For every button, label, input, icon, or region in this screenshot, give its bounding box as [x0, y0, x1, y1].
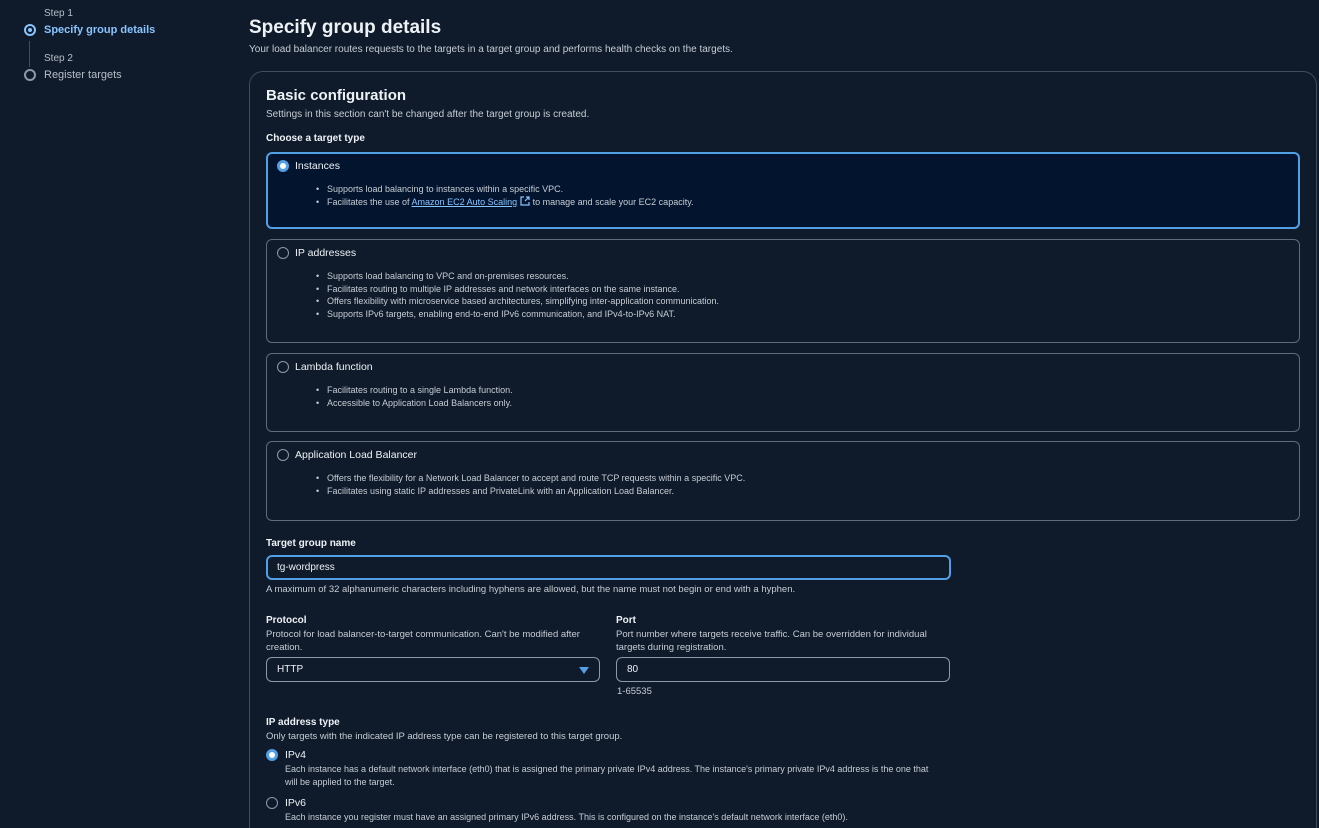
protocol-select[interactable]: HTTP [266, 657, 600, 682]
ipv4-radio[interactable] [266, 749, 278, 761]
instances-radio[interactable] [277, 160, 289, 172]
alb-radio[interactable] [277, 449, 289, 461]
port-range-hint: 1-65535 [617, 686, 652, 697]
bullet-item: Offers flexibility with microservice bas… [316, 295, 719, 308]
protocol-description: Protocol for load balancer-to-target com… [266, 629, 580, 653]
instances-bullets: Supports load balancing to instances wit… [316, 183, 694, 209]
target-type-label: Choose a target type [266, 133, 365, 144]
bullet-item: Facilitates routing to multiple IP addre… [316, 283, 719, 296]
ip-addresses-bullets: Supports load balancing to VPC and on-pr… [316, 270, 719, 321]
section-title: Basic configuration [266, 87, 407, 104]
basic-configuration-panel: Basic configuration Settings in this sec… [249, 71, 1317, 828]
bullet-item: Facilitates routing to a single Lambda f… [316, 384, 513, 397]
page-title: Specify group details [249, 17, 442, 38]
ip-address-type-label: IP address type [266, 717, 340, 728]
target-group-name-input[interactable]: tg-wordpress [266, 555, 951, 580]
wizard-sidebar: Step 1 Specify group details Step 2 Regi… [0, 0, 235, 828]
lambda-function-title: Lambda function [295, 361, 373, 373]
target-type-instances[interactable]: Instances Supports load balancing to ins… [266, 152, 1300, 229]
protocol-label: Protocol [266, 615, 307, 626]
step-2-indicator [24, 69, 36, 81]
section-description: Settings in this section can't be change… [266, 109, 590, 120]
external-link-icon[interactable] [520, 195, 530, 206]
ipv6-title[interactable]: IPv6 [285, 797, 306, 809]
step-2-label: Step 2 [44, 53, 73, 64]
ip-address-type-description: Only targets with the indicated IP addre… [266, 731, 623, 742]
target-type-application-load-balancer[interactable]: Application Load Balancer Offers the fle… [266, 441, 1300, 521]
instances-title: Instances [295, 160, 340, 172]
step-2-title: Register targets [44, 69, 122, 81]
port-label: Port [616, 615, 636, 626]
target-type-ip-addresses[interactable]: IP addresses Supports load balancing to … [266, 239, 1300, 343]
bullet-text: Facilitates the use of [327, 196, 412, 207]
protocol-selected-value: HTTP [277, 664, 304, 675]
port-input[interactable]: 80 [616, 657, 950, 682]
bullet-item: Offers the flexibility for a Network Loa… [316, 472, 745, 485]
ipv6-description: Each instance you register must have an … [285, 812, 848, 822]
alb-bullets: Offers the flexibility for a Network Loa… [316, 472, 745, 498]
bullet-item: Facilitates the use of Amazon EC2 Auto S… [316, 195, 694, 209]
caret-down-icon [579, 667, 589, 674]
step-1-indicator [24, 24, 36, 36]
bullet-item: Supports load balancing to instances wit… [316, 183, 694, 196]
step-1-title[interactable]: Specify group details [44, 24, 155, 36]
step-connector [29, 41, 30, 67]
bullet-item: Accessible to Application Load Balancers… [316, 397, 513, 410]
bullet-item: Facilitates using static IP addresses an… [316, 485, 745, 498]
ec2-auto-scaling-link[interactable]: Amazon EC2 Auto Scaling [412, 197, 518, 207]
ipv6-radio[interactable] [266, 797, 278, 809]
bullet-item: Supports load balancing to VPC and on-pr… [316, 270, 719, 283]
lambda-function-radio[interactable] [277, 361, 289, 373]
lambda-function-bullets: Facilitates routing to a single Lambda f… [316, 384, 513, 410]
step-1-label: Step 1 [44, 8, 73, 19]
ip-addresses-radio[interactable] [277, 247, 289, 259]
ipv4-title[interactable]: IPv4 [285, 749, 306, 761]
bullet-text: to manage and scale your EC2 capacity. [530, 196, 694, 207]
target-type-lambda-function[interactable]: Lambda function Facilitates routing to a… [266, 353, 1300, 432]
page-description: Your load balancer routes requests to th… [249, 44, 733, 55]
target-group-name-hint: A maximum of 32 alphanumeric characters … [266, 584, 796, 595]
ip-addresses-title: IP addresses [295, 247, 357, 259]
target-group-name-label: Target group name [266, 538, 356, 549]
alb-title: Application Load Balancer [295, 449, 418, 461]
port-description: Port number where targets receive traffi… [616, 629, 927, 653]
bullet-item: Supports IPv6 targets, enabling end-to-e… [316, 308, 719, 321]
ipv4-description: Each instance has a default network inte… [285, 764, 929, 787]
